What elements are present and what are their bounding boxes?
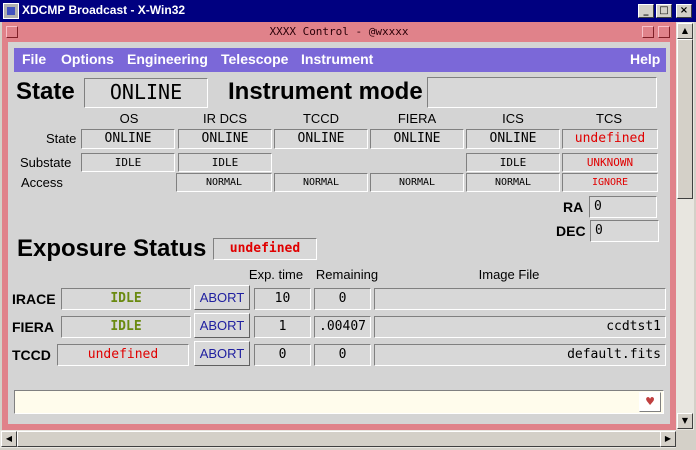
access-tcs: IGNORE — [562, 173, 658, 192]
menu-telescope[interactable]: Telescope — [221, 51, 288, 67]
substate-os: IDLE — [81, 153, 175, 172]
state-label: State — [16, 78, 75, 105]
minimize-button[interactable]: _ — [638, 4, 654, 18]
row-remaining-tccd: 0 — [314, 344, 371, 366]
scroll-down-button[interactable]: ▼ — [677, 413, 693, 429]
state-value: ONLINE — [84, 78, 208, 108]
menu-file[interactable]: File — [22, 51, 46, 67]
row-label-access: Access — [21, 175, 63, 190]
scroll-up-button[interactable]: ▲ — [677, 23, 693, 39]
access-ir-dcs: NORMAL — [176, 173, 272, 192]
instrument-mode-value — [427, 77, 657, 108]
scroll-left-button[interactable]: ◀ — [1, 431, 17, 447]
x-minimize-button[interactable] — [642, 26, 654, 38]
abort-button-fiera[interactable]: ABORT — [194, 313, 250, 338]
row-exptime-tccd: 0 — [254, 344, 311, 366]
row-label-state: State — [46, 131, 77, 146]
header-tcs: TCS — [596, 111, 622, 126]
row-name-tccd: TCCD — [12, 347, 51, 363]
heart-dropdown-icon[interactable]: ♥ — [639, 392, 661, 412]
row-remaining-irace: 0 — [314, 288, 371, 310]
row-remaining-fiera: .00407 — [314, 316, 371, 338]
horizontal-scroll-thumb[interactable] — [17, 431, 661, 447]
ra-label: RA — [563, 199, 584, 215]
col-remaining: Remaining — [315, 267, 379, 282]
row-name-fiera: FIERA — [12, 319, 54, 335]
x-client-titlebar[interactable]: XXXX Control - @wxxxx — [2, 22, 676, 42]
row-status-fiera: IDLE — [61, 316, 191, 338]
col-exptime: Exp. time — [248, 267, 304, 282]
row-label-substate: Substate — [20, 155, 72, 170]
exposure-status-value: undefined — [213, 238, 317, 260]
vertical-scroll-thumb[interactable] — [677, 39, 693, 199]
scroll-corner — [676, 430, 694, 448]
row-exptime-fiera: 1 — [254, 316, 311, 338]
abort-button-tccd[interactable]: ABORT — [194, 341, 250, 366]
state-ir-dcs: ONLINE — [178, 129, 272, 149]
menu-engineering[interactable]: Engineering — [127, 51, 208, 67]
header-ics: ICS — [502, 111, 524, 126]
maximize-button[interactable]: □ — [656, 4, 672, 18]
header-tccd: TCCD — [302, 111, 340, 126]
row-exptime-irace: 10 — [254, 288, 311, 310]
ra-value: 0 — [589, 196, 657, 218]
substate-ir-dcs: IDLE — [178, 153, 272, 172]
menu-help[interactable]: Help — [630, 51, 660, 67]
exposure-status-label: Exposure Status — [17, 235, 207, 262]
header-os: OS — [119, 111, 139, 126]
header-fiera: FIERA — [397, 111, 437, 126]
access-ics: NORMAL — [466, 173, 560, 192]
close-button[interactable]: × — [676, 4, 692, 18]
state-ics: ONLINE — [466, 129, 560, 149]
dec-value: 0 — [590, 220, 659, 242]
x-client-title: XXXX Control - @wxxxx — [269, 25, 409, 38]
row-status-irace: IDLE — [61, 288, 191, 310]
row-status-tccd: undefined — [57, 344, 189, 366]
substate-tcs: UNKNOWN — [562, 153, 658, 172]
menu-options[interactable]: Options — [61, 51, 114, 67]
substate-ics: IDLE — [466, 153, 560, 172]
row-file-fiera: ccdtst1 — [374, 316, 666, 338]
row-file-irace — [374, 288, 666, 310]
state-tcs: undefined — [562, 129, 658, 149]
window-titlebar[interactable]: XDCMP Broadcast - X-Win32 _ □ × — [0, 0, 696, 22]
access-tccd: NORMAL — [274, 173, 368, 192]
x-win32-icon — [3, 3, 19, 19]
scroll-right-button[interactable]: ▶ — [660, 431, 676, 447]
x-maximize-button[interactable] — [658, 26, 670, 38]
col-imagefile: Image File — [478, 267, 540, 282]
message-field[interactable] — [14, 390, 664, 414]
instrument-mode-label: Instrument mode — [228, 78, 423, 105]
state-tccd: ONLINE — [274, 129, 368, 149]
row-file-tccd: default.fits — [374, 344, 666, 366]
abort-button-irace[interactable]: ABORT — [194, 285, 250, 310]
access-fiera: NORMAL — [370, 173, 464, 192]
state-fiera: ONLINE — [370, 129, 464, 149]
menu-instrument[interactable]: Instrument — [301, 51, 373, 67]
menubar: File Options Engineering Telescope Instr… — [14, 48, 666, 72]
row-name-irace: IRACE — [12, 291, 56, 307]
state-os: ONLINE — [81, 129, 175, 149]
window-title: XDCMP Broadcast - X-Win32 — [22, 3, 186, 17]
header-ir-dcs: IR DCS — [202, 111, 248, 126]
dec-label: DEC — [556, 223, 586, 239]
